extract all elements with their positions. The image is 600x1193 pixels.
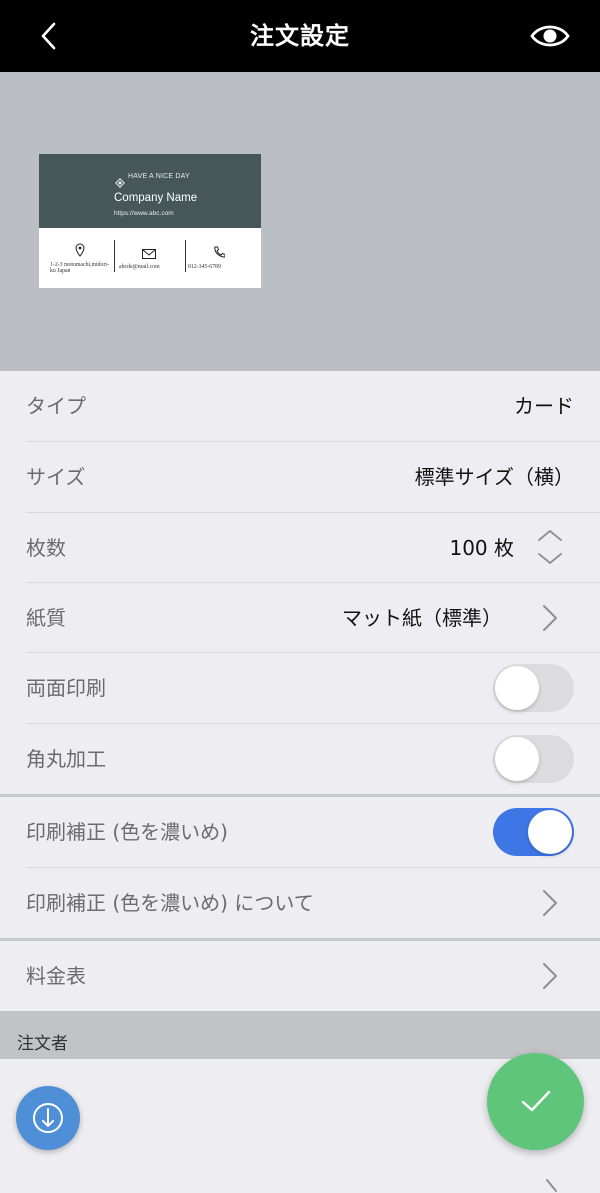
card-address-line2: ku Japan bbox=[50, 268, 71, 274]
color-correction-label: 印刷補正 (色を濃いめ) bbox=[26, 820, 228, 844]
card-url: https://www.abc.com bbox=[114, 210, 174, 217]
row-paper[interactable]: 紙質 マット紙（標準） bbox=[0, 583, 600, 653]
card-divider bbox=[185, 240, 186, 272]
location-pin-icon bbox=[75, 242, 85, 257]
row-price-table[interactable]: 料金表 bbox=[0, 941, 600, 1011]
card-preview-area: HAVE A NICE DAY Company Name https://www… bbox=[0, 72, 600, 371]
duplex-label: 両面印刷 bbox=[26, 676, 106, 700]
rounded-toggle[interactable] bbox=[493, 735, 574, 783]
card-company-name: Company Name bbox=[114, 192, 198, 204]
duplex-toggle[interactable] bbox=[493, 664, 574, 712]
checkmark-icon bbox=[520, 1088, 552, 1114]
card-divider bbox=[114, 240, 115, 272]
rounded-label: 角丸加工 bbox=[26, 747, 106, 771]
eye-icon[interactable] bbox=[528, 18, 572, 54]
stepper-down-icon bbox=[538, 553, 562, 564]
business-card-preview[interactable]: HAVE A NICE DAY Company Name https://www… bbox=[39, 154, 261, 288]
quantity-value: 100 枚 bbox=[449, 536, 514, 560]
toggle-knob bbox=[495, 666, 539, 710]
paper-value: マット紙（標準） bbox=[342, 606, 502, 630]
color-correction-toggle[interactable] bbox=[493, 808, 574, 856]
orderer-section-header: 注文者 bbox=[0, 1011, 600, 1059]
row-color-correction: 印刷補正 (色を濃いめ) bbox=[0, 797, 600, 867]
row-type[interactable]: タイプ カード bbox=[0, 371, 600, 441]
nav-bar: 注文設定 bbox=[0, 0, 600, 72]
price-table-label: 料金表 bbox=[26, 964, 86, 988]
phone-icon bbox=[213, 243, 226, 258]
chevron-right-icon bbox=[538, 961, 562, 991]
download-circle-icon bbox=[30, 1100, 66, 1136]
quantity-stepper[interactable] bbox=[536, 527, 564, 567]
row-quantity: 枚数 100 枚 bbox=[0, 513, 600, 583]
row-duplex: 両面印刷 bbox=[0, 653, 600, 723]
type-value: カード bbox=[514, 394, 574, 418]
type-label: タイプ bbox=[26, 394, 86, 418]
diamond-logo-icon bbox=[115, 173, 125, 188]
size-value: 標準サイズ（横） bbox=[414, 465, 574, 489]
size-label: サイズ bbox=[26, 465, 86, 489]
confirm-fab-button[interactable] bbox=[487, 1053, 584, 1150]
card-tagline: HAVE A NICE DAY bbox=[128, 173, 190, 180]
stepper-up-icon bbox=[538, 530, 562, 541]
row-rounded-corners: 角丸加工 bbox=[0, 724, 600, 794]
orderer-section-label: 注文者 bbox=[17, 1034, 68, 1054]
card-phone: 012-345-6789 bbox=[188, 264, 221, 270]
color-correction-about-label: 印刷補正 (色を濃いめ) について bbox=[26, 891, 314, 915]
row-size[interactable]: サイズ 標準サイズ（横） bbox=[0, 442, 600, 512]
paper-label: 紙質 bbox=[26, 606, 66, 630]
toggle-knob bbox=[495, 737, 539, 781]
row-color-correction-about[interactable]: 印刷補正 (色を濃いめ) について bbox=[0, 868, 600, 938]
page-title: 注文設定 bbox=[250, 22, 350, 50]
chevron-right-icon bbox=[538, 603, 562, 633]
card-email: abcde@mail.com bbox=[119, 264, 160, 270]
chevron-right-icon bbox=[538, 888, 562, 918]
info-fab-button[interactable] bbox=[16, 1086, 80, 1150]
mail-icon bbox=[142, 244, 156, 259]
toggle-knob bbox=[528, 810, 572, 854]
chevron-right-icon bbox=[542, 1178, 560, 1193]
quantity-label: 枚数 bbox=[26, 536, 66, 560]
